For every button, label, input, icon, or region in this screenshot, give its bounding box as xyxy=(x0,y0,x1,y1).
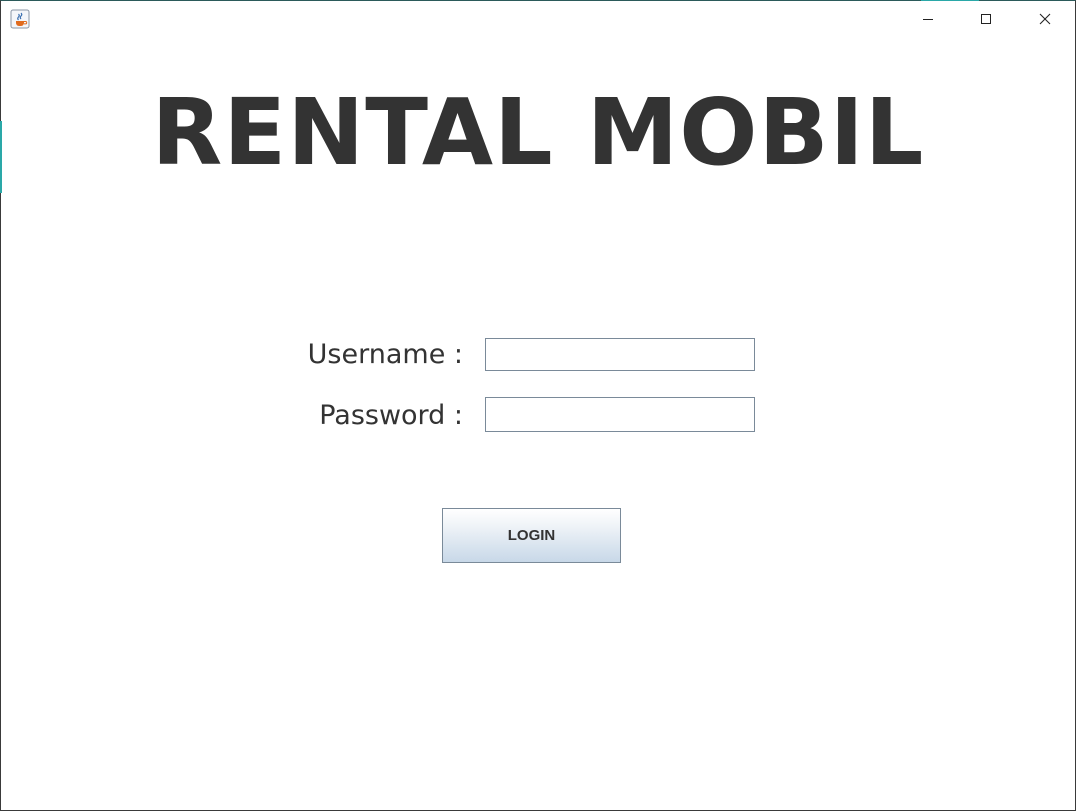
username-label: Username : xyxy=(307,339,463,370)
page-title: RENTAL MOBIL xyxy=(151,79,925,186)
close-button[interactable] xyxy=(1016,1,1074,37)
password-label: Password : xyxy=(319,400,463,431)
app-window: RENTAL MOBIL Username : Password : LOGIN xyxy=(0,0,1076,811)
maximize-button[interactable] xyxy=(957,1,1015,37)
java-app-icon xyxy=(10,9,30,29)
close-icon xyxy=(1039,10,1051,29)
minimize-button[interactable] xyxy=(899,1,957,37)
password-field[interactable] xyxy=(485,397,755,432)
maximize-icon xyxy=(980,10,992,29)
minimize-icon xyxy=(922,10,934,29)
title-bar[interactable] xyxy=(1,1,1075,37)
login-button[interactable]: LOGIN xyxy=(442,508,621,563)
username-field[interactable] xyxy=(485,338,755,371)
